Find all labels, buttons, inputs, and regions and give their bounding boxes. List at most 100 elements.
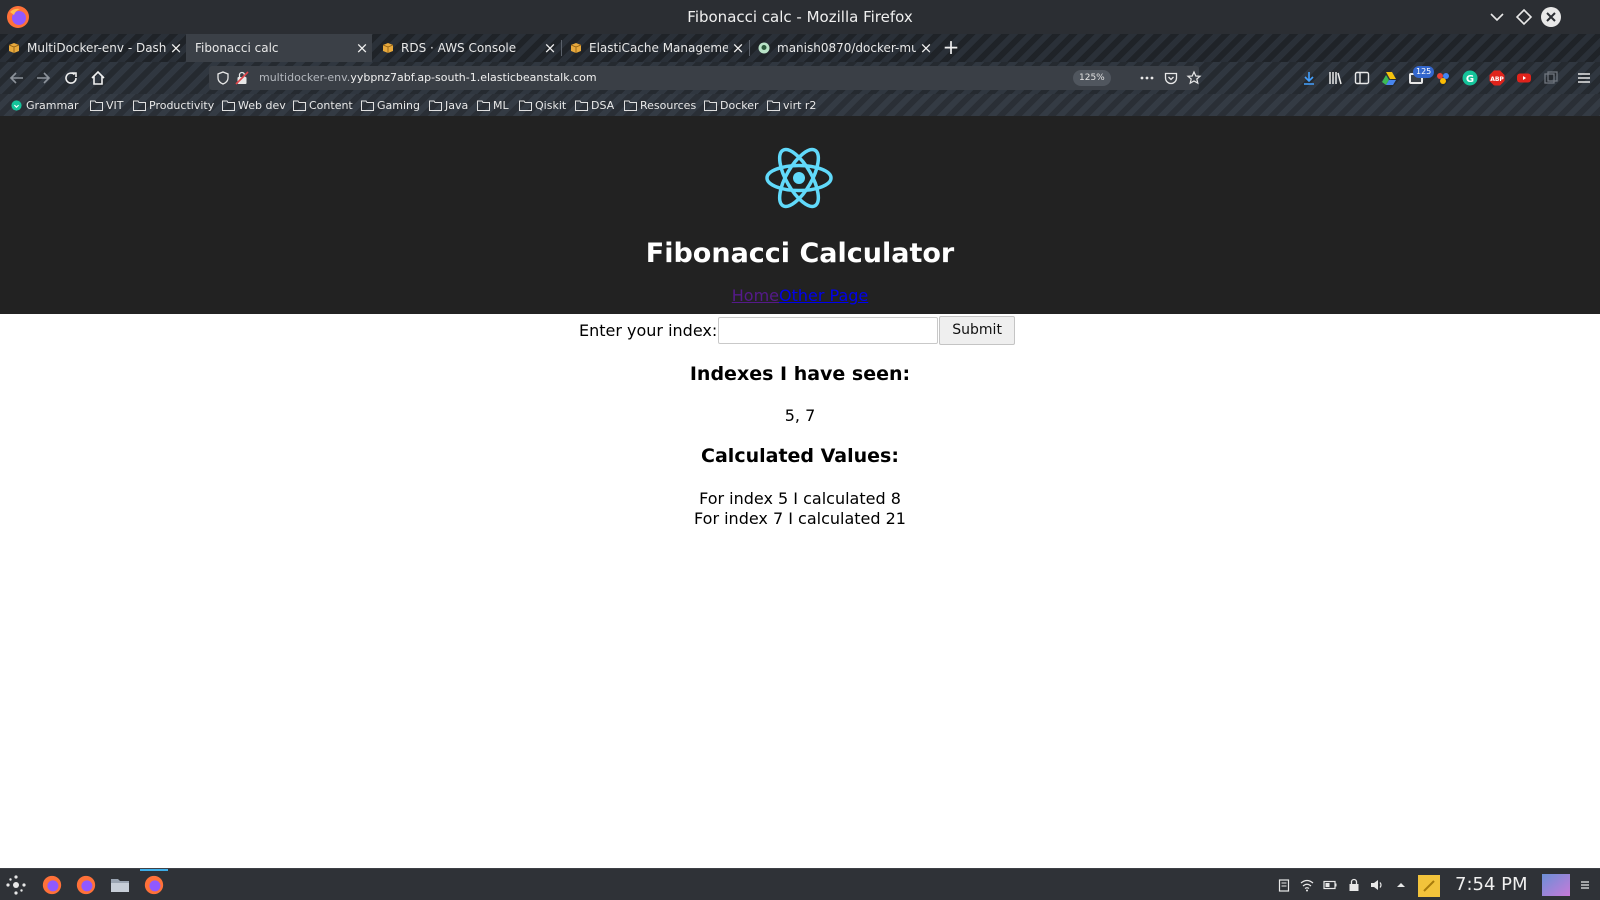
extension-drive-icon[interactable] <box>1380 69 1398 87</box>
home-icon[interactable] <box>88 68 108 88</box>
pocket-icon[interactable] <box>1163 70 1179 86</box>
taskbar-firefox-1[interactable] <box>38 872 66 898</box>
zoom-level-badge[interactable]: 125% <box>1073 70 1111 86</box>
tab-close-icon[interactable]: × <box>728 39 748 57</box>
library-icon[interactable] <box>1327 69 1345 87</box>
desktop-preview-icon[interactable] <box>1542 874 1570 896</box>
adblock-plus-icon[interactable]: ABP <box>1488 69 1506 87</box>
bookmark-folder-resources[interactable]: Resources <box>624 97 696 113</box>
tracking-shield-icon[interactable] <box>215 70 231 86</box>
wifi-icon[interactable] <box>1300 878 1314 892</box>
tab-close-icon[interactable]: × <box>540 39 560 57</box>
svg-text:G: G <box>1466 74 1474 85</box>
folder-icon <box>133 100 146 111</box>
notes-widget-icon[interactable] <box>1418 875 1440 897</box>
tab-github-repo[interactable]: manish0870/docker-multi × <box>750 34 936 62</box>
home-link[interactable]: Home <box>732 286 779 305</box>
file-manager-icon <box>111 879 129 892</box>
bookmark-folder-qiskit[interactable]: Qiskit <box>519 97 566 113</box>
page-actions-dots-icon[interactable] <box>1139 70 1155 86</box>
lock-icon[interactable] <box>1347 878 1361 892</box>
url-domain: yybpnz7abf.ap-south-1.elasticbeanstalk.c… <box>350 71 597 84</box>
folder-icon <box>90 100 103 111</box>
tab-close-icon[interactable]: × <box>166 39 186 57</box>
folder-icon <box>429 100 442 111</box>
maximize-diamond-icon[interactable] <box>1513 6 1535 28</box>
folder-icon <box>222 100 235 111</box>
taskbar-firefox-2[interactable] <box>72 872 100 898</box>
bookmark-folder-virt-r2[interactable]: virt r2 <box>767 97 816 113</box>
reload-icon[interactable] <box>61 68 81 88</box>
folder-icon <box>519 100 532 111</box>
bookmark-folder-content[interactable]: Content <box>293 97 353 113</box>
volume-icon[interactable] <box>1370 878 1384 892</box>
bookmark-label: Content <box>309 98 353 112</box>
firefox-icon <box>76 875 96 895</box>
bookmark-folder-gaming[interactable]: Gaming <box>361 97 420 113</box>
submit-button[interactable]: Submit <box>939 315 1015 345</box>
application-launcher[interactable] <box>2 872 30 898</box>
bookmarks-toolbar: Grammar VIT Productivity Web dev Content… <box>0 94 1600 116</box>
back-arrow-icon[interactable] <box>7 68 27 88</box>
bookmark-folder-productivity[interactable]: Productivity <box>133 97 214 113</box>
aws-box-icon <box>382 43 394 53</box>
github-icon <box>758 42 770 54</box>
folder-icon <box>624 100 637 111</box>
calculated-value-item: For index 7 I calculated 21 <box>694 509 906 528</box>
bookmark-label: Resources <box>640 98 697 112</box>
hamburger-menu-icon[interactable] <box>1575 69 1593 87</box>
folder-icon <box>361 100 374 111</box>
tab-label: Fibonacci calc <box>195 41 279 55</box>
tab-rds-console[interactable]: RDS · AWS Console × <box>374 34 560 62</box>
bookmark-label: Web dev <box>238 98 286 112</box>
index-input[interactable] <box>718 316 939 344</box>
tab-fibonacci-calc[interactable]: Fibonacci calc × <box>186 34 372 62</box>
bookmark-label: virt r2 <box>783 98 817 112</box>
bookmark-label: VIT <box>106 98 124 112</box>
system-clock[interactable]: 7:54 PM <box>1455 874 1528 895</box>
tab-close-icon[interactable]: × <box>352 39 372 57</box>
bookmark-folder-vit[interactable]: VIT <box>90 97 124 113</box>
minimize-chevron-icon[interactable] <box>1486 6 1508 28</box>
youtube-extension-icon[interactable] <box>1515 69 1533 87</box>
bookmark-folder-web-dev[interactable]: Web dev <box>222 97 286 113</box>
bookmark-folder-java[interactable]: Java <box>429 97 468 113</box>
tab-elasticache[interactable]: ElastiCache Management × <box>562 34 748 62</box>
bookmark-grammar[interactable]: Grammar <box>10 97 78 113</box>
download-arrow-icon[interactable] <box>1300 69 1318 87</box>
panel-menu-icon[interactable] <box>1578 878 1592 892</box>
notification-badge: 125 <box>1413 66 1435 78</box>
folder-icon <box>293 100 306 111</box>
window-close-icon[interactable] <box>1540 6 1562 28</box>
url-bar[interactable]: multidocker-env.yybpnz7abf.ap-south-1.el… <box>209 66 1202 90</box>
tab-multidocker-dashboard[interactable]: MultiDocker-env - Dashbo × <box>0 34 186 62</box>
url-text: multidocker-env.yybpnz7abf.ap-south-1.el… <box>259 71 597 84</box>
battery-icon[interactable] <box>1323 878 1337 892</box>
extension-multicolor-icon[interactable] <box>1434 69 1452 87</box>
new-tab-button[interactable]: + <box>940 34 962 62</box>
firefox-icon <box>144 875 164 895</box>
window-title: Fibonacci calc - Mozilla Firefox <box>687 8 913 26</box>
calculated-values-list: For index 5 I calculated 8 For index 7 I… <box>0 489 1600 529</box>
taskbar-firefox-active[interactable] <box>140 869 168 898</box>
bookmark-folder-dsa[interactable]: DSA <box>575 97 614 113</box>
reader-sidebar-icon[interactable] <box>1353 69 1371 87</box>
bookmark-folder-ml[interactable]: ML <box>477 97 509 113</box>
folder-icon <box>767 100 780 111</box>
expand-tray-arrow-icon[interactable] <box>1394 878 1408 892</box>
aws-box-icon <box>570 43 582 53</box>
extensions-overflow-icon[interactable] <box>1542 69 1560 87</box>
bookmark-folder-docker[interactable]: Docker <box>704 97 759 113</box>
tab-close-icon[interactable]: × <box>916 39 936 57</box>
insecure-lock-icon[interactable] <box>234 70 250 86</box>
folder-icon <box>477 100 490 111</box>
tab-label: MultiDocker-env - Dashbo <box>27 41 166 55</box>
clipboard-icon[interactable] <box>1277 878 1291 892</box>
other-page-link[interactable]: Other Page <box>779 286 868 305</box>
forward-arrow-icon[interactable] <box>33 68 53 88</box>
bookmark-star-icon[interactable] <box>1186 70 1202 86</box>
taskbar-file-manager[interactable] <box>106 872 134 898</box>
grammarly-icon[interactable]: G <box>1461 69 1479 87</box>
seen-indexes-heading: Indexes I have seen: <box>689 363 911 385</box>
tab-strip: MultiDocker-env - Dashbo × Fibonacci cal… <box>0 34 1600 62</box>
